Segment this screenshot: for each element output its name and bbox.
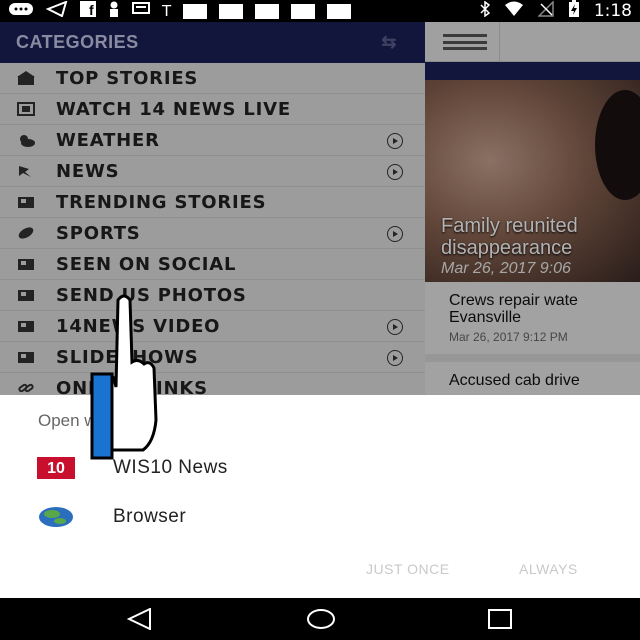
bluetooth-icon — [480, 0, 490, 21]
just-once-button[interactable]: JUST ONCE — [366, 561, 450, 577]
notification-icon — [255, 3, 280, 19]
notification-icon — [327, 3, 352, 19]
app-option-label: Browser — [113, 506, 187, 527]
wifi-icon — [504, 1, 524, 21]
chat-icon — [132, 2, 150, 20]
messaging-icon — [8, 2, 34, 20]
app-option-browser[interactable]: Browser — [0, 494, 640, 540]
clock: 1:18 — [593, 1, 632, 21]
svg-text:f: f — [89, 2, 94, 17]
no-signal-icon — [537, 0, 554, 21]
notification-icon — [219, 3, 244, 19]
notification-icon — [183, 3, 208, 19]
status-left-icons: f T — [8, 0, 352, 21]
navigation-bar — [0, 598, 640, 640]
back-button-icon[interactable] — [126, 607, 153, 635]
wis10-news-icon: 10 — [37, 457, 75, 479]
notification-icon — [291, 3, 316, 19]
send-icon — [45, 0, 68, 21]
always-button[interactable]: ALWAYS — [519, 561, 578, 577]
browser-globe-icon — [37, 506, 75, 528]
wis10-logo-text: 10 — [47, 460, 65, 477]
status-bar: f T 1:18 — [0, 0, 640, 22]
person-icon — [108, 1, 120, 21]
facebook-icon: f — [80, 1, 96, 21]
pointer-hand-icon — [88, 292, 163, 462]
recents-button-icon[interactable] — [487, 608, 513, 635]
battery-charging-icon — [568, 0, 580, 22]
text-icon: T — [162, 2, 172, 20]
home-button-icon[interactable] — [306, 608, 336, 635]
status-right-icons: 1:18 — [480, 0, 632, 22]
